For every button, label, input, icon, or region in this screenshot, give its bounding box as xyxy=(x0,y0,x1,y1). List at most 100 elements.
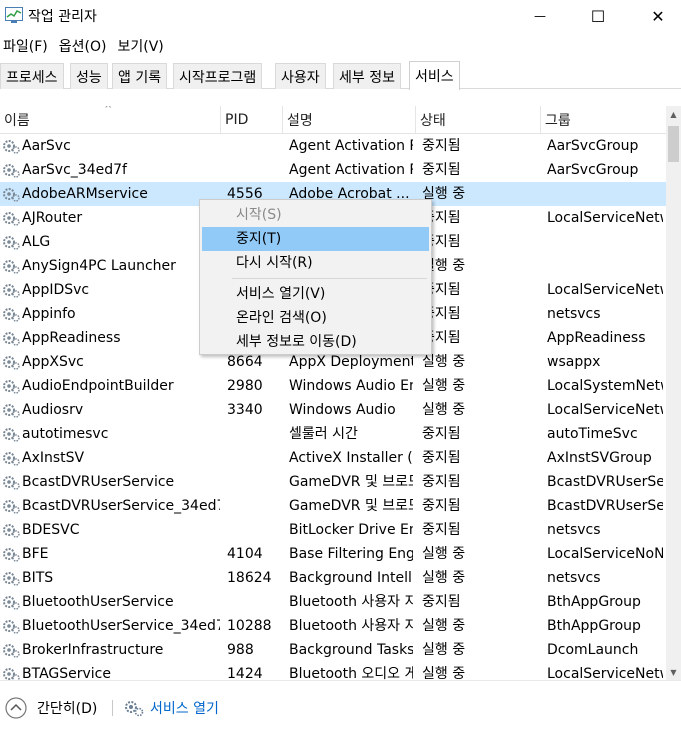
tab-performance[interactable]: 성능 xyxy=(70,63,108,89)
gear-icon xyxy=(3,308,20,322)
context-menu-go-to-details[interactable]: 세부 정보로 이동(D) xyxy=(202,330,429,354)
context-menu-stop[interactable]: 중지(T) xyxy=(202,227,429,251)
column-header-pid[interactable]: PID xyxy=(221,106,283,134)
service-status: 중지됨 xyxy=(422,138,461,154)
table-row[interactable]: autotimesvc 셀룰러 시간 중지됨 autoTimeSvc xyxy=(0,422,666,446)
table-row[interactable]: BFE 4104 Base Filtering Engine 실행 중 LocalSer… xyxy=(0,542,666,566)
maximize-button[interactable]: ☐ xyxy=(575,0,621,32)
tab-users[interactable]: 사용자 xyxy=(275,63,326,89)
sort-ascending-icon: ^ xyxy=(104,106,113,115)
close-button[interactable]: ✕ xyxy=(635,0,681,32)
service-group: LocalServiceNetworkRestricted xyxy=(547,210,663,226)
service-group: BcastDVRUserService xyxy=(547,498,663,514)
service-pid: 3340 xyxy=(227,402,263,418)
service-name: BcastDVRUserService xyxy=(22,474,175,490)
context-menu-open-services[interactable]: 서비스 열기(V) xyxy=(202,282,429,306)
service-group: AxInstSVGroup xyxy=(547,450,652,466)
service-group: LocalServiceNoNetworkFirewall xyxy=(547,546,663,562)
table-row[interactable]: AudioEndpointBuilder 2980 Windows Audio En… xyxy=(0,374,666,398)
context-menu-restart[interactable]: 다시 시작(R) xyxy=(202,251,429,275)
service-description: Bluetooth 사용자 지원 서비스 xyxy=(289,594,413,610)
service-group: BthAppGroup xyxy=(547,618,641,634)
service-group xyxy=(547,230,663,254)
service-description: 셀룰러 시간 xyxy=(289,426,358,442)
column-header-group[interactable]: 그룹 xyxy=(541,106,666,134)
service-description: Background Tasks Infrastructure Service xyxy=(289,642,413,658)
table-row[interactable]: BluetoothUserService Bluetooth 사용자 지원 서비스… xyxy=(0,590,666,614)
service-status: 실행 중 xyxy=(422,618,466,634)
table-row[interactable]: BDESVC BitLocker Drive Encryption Service… xyxy=(0,518,666,542)
table-row[interactable]: BITS 18624 Background Intelligent Transfer… xyxy=(0,566,666,590)
context-menu-search-online[interactable]: 온라인 검색(O) xyxy=(202,306,429,330)
service-status: 실행 중 xyxy=(422,642,466,658)
service-group: AppReadiness xyxy=(547,330,646,346)
service-pid xyxy=(227,422,281,446)
tab-processes[interactable]: 프로세스 xyxy=(0,63,64,89)
tab-details[interactable]: 세부 정보 xyxy=(333,63,401,89)
column-header-status[interactable]: 상태 xyxy=(416,106,541,134)
footer-divider xyxy=(112,700,113,716)
menu-file[interactable]: 파일(F) xyxy=(0,36,56,56)
service-group xyxy=(547,182,663,206)
tab-services[interactable]: 서비스 xyxy=(409,61,460,90)
service-group: BcastDVRUserService xyxy=(547,474,663,490)
service-status: 중지됨 xyxy=(422,426,461,442)
tab-startup[interactable]: 시작프로그램 xyxy=(173,63,263,89)
service-description: Windows Audio Endpoint Builder xyxy=(289,378,413,394)
gear-icon xyxy=(3,332,20,346)
gear-icon xyxy=(3,236,20,250)
tab-app-history[interactable]: 앱 기록 xyxy=(112,63,168,89)
service-description: Agent Activation Runtime xyxy=(289,162,413,178)
scroll-up-icon[interactable]: ▲ xyxy=(666,106,681,122)
open-services-link[interactable]: 서비스 열기 xyxy=(150,698,219,718)
service-pid xyxy=(227,494,281,518)
service-status: 실행 중 xyxy=(422,570,466,586)
menu-options[interactable]: 옵션(O) xyxy=(56,36,115,56)
fewer-details-button[interactable]: 간단히(D) xyxy=(37,698,97,718)
table-row[interactable]: BcastDVRUserService GameDVR 및 브로드캐스트 중지됨 Bc… xyxy=(0,470,666,494)
table-row[interactable]: AarSvc Agent Activation Runtime 중지됨 AarSvcG… xyxy=(0,134,666,158)
service-status: 실행 중 xyxy=(422,666,466,680)
service-group: LocalServiceNetworkRestricted xyxy=(547,402,663,418)
service-group: AarSvcGroup xyxy=(547,162,639,178)
minimize-button[interactable]: — xyxy=(517,0,563,32)
table-row[interactable]: BrokerInfrastructure 988 Background Tasks … xyxy=(0,638,666,662)
scroll-down-icon[interactable]: ▼ xyxy=(666,664,681,680)
service-group xyxy=(547,254,663,278)
service-description: GameDVR 및 브로드캐스트 xyxy=(289,498,413,514)
service-pid xyxy=(227,134,281,158)
table-row[interactable]: BluetoothUserService_34ed7f 10288 Bluetoot… xyxy=(0,614,666,638)
service-pid xyxy=(227,590,281,614)
service-status: 실행 중 xyxy=(422,258,466,274)
service-description: ActiveX Installer (AxInstSV) xyxy=(289,450,413,466)
service-status: 중지됨 xyxy=(422,330,461,346)
service-status: 중지됨 xyxy=(422,474,461,490)
service-description: Bluetooth 오디오 게이트웨이 서비스 xyxy=(289,666,413,680)
column-header-description[interactable]: 설명 xyxy=(283,106,416,134)
vertical-scrollbar[interactable]: ▲ ▼ xyxy=(666,106,681,680)
footer-bar: 간단히(D) 서비스 열기 xyxy=(0,680,681,732)
context-menu-start[interactable]: 시작(S) xyxy=(202,203,429,227)
gear-icon xyxy=(3,164,20,178)
table-row[interactable]: AxInstSV ActiveX Installer (AxInstSV) 중지됨 A… xyxy=(0,446,666,470)
table-row[interactable]: Audiosrv 3340 Windows Audio 실행 중 LocalServic… xyxy=(0,398,666,422)
chevron-up-icon[interactable] xyxy=(5,697,27,719)
service-status: 실행 중 xyxy=(422,186,466,202)
menu-view[interactable]: 보기(V) xyxy=(114,36,171,56)
service-name: BTAGService xyxy=(22,666,111,680)
table-row[interactable]: BTAGService 1424 Bluetooth 오디오 게이트웨이 서비스 실행… xyxy=(0,662,666,680)
service-name: AppXSvc xyxy=(22,354,84,370)
service-pid xyxy=(227,158,281,182)
service-status: 중지됨 xyxy=(422,306,461,322)
table-row[interactable]: BcastDVRUserService_34ed7f GameDVR 및 브로드캐… xyxy=(0,494,666,518)
table-row[interactable]: AarSvc_34ed7f Agent Activation Runtime 중지됨… xyxy=(0,158,666,182)
context-menu-separator xyxy=(232,278,427,279)
service-name: BluetoothUserService_34ed7f xyxy=(22,618,220,634)
gear-icon xyxy=(3,572,20,586)
service-description: Base Filtering Engine xyxy=(289,546,413,562)
gear-icon xyxy=(3,284,20,298)
service-status: 중지됨 xyxy=(422,498,461,514)
gear-icon xyxy=(3,620,20,634)
scroll-thumb[interactable] xyxy=(668,126,679,162)
column-header-name[interactable]: 이름 ^ xyxy=(0,106,221,134)
